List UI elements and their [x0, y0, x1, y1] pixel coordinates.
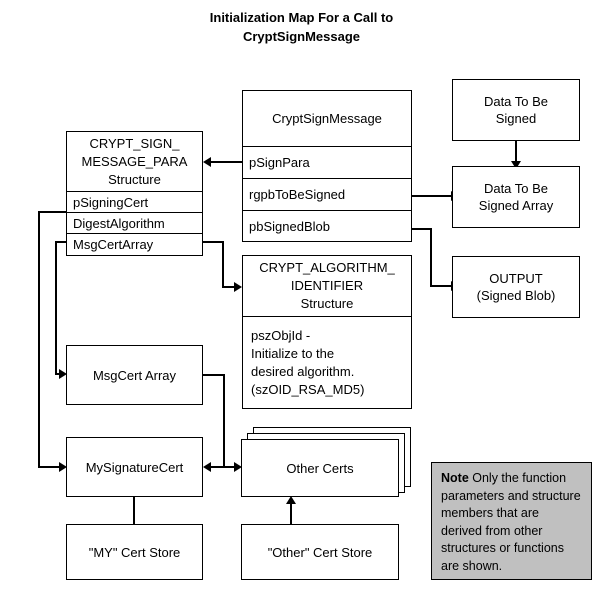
box-output-signed-blob-label: OUTPUT (Signed Blob) [476, 271, 556, 303]
box-crypt-sign-message-para-row-psigningcert: pSigningCert [67, 192, 202, 213]
box-output-signed-blob: OUTPUT (Signed Blob) [452, 256, 580, 318]
box-crypt-sign-message-para: CRYPT_SIGN_ MESSAGE_PARA Structure pSign… [66, 131, 203, 256]
connector-psigningcert-v [38, 211, 40, 468]
box-mysignaturecert: MySignatureCert [66, 437, 203, 497]
connector-datasigned-v [515, 141, 517, 163]
connector-pbsignedblob-v [430, 228, 432, 287]
box-crypt-sign-message-para-row-digestalgorithm: DigestAlgorithm [67, 213, 202, 234]
connector-mystore-v [133, 497, 135, 524]
box-other-certs-label: Other Certs [286, 460, 354, 476]
box-crypt-sign-message-para-row-msgcertarray: MsgCertArray [73, 237, 154, 252]
box-crypt-algorithm-identifier: CRYPT_ALGORITHM_ IDENTIFIER Structure ps… [242, 255, 412, 409]
connector-msgcert-split-v [223, 374, 225, 467]
note-text: Only the function parameters and structu… [441, 471, 581, 573]
box-my-cert-store: "MY" Cert Store [66, 524, 203, 580]
box-cryptsignmessage-row-psignpara: pSignPara [243, 147, 411, 179]
box-msgcert-array-label: MsgCert Array [92, 367, 177, 383]
connector-pbsignedblob-h1 [412, 228, 432, 230]
box-my-cert-store-label: "MY" Cert Store [88, 544, 181, 560]
box-crypt-algorithm-identifier-body: pszObjId - Initialize to the desired alg… [251, 328, 365, 397]
note-label: Note [441, 471, 469, 485]
box-data-to-be-signed: Data To Be Signed [452, 79, 580, 141]
diagram-canvas: Initialization Map For a Call to CryptSi… [0, 0, 603, 592]
box-cryptsignmessage-row-pbsignedblob: pbSignedBlob [249, 218, 330, 234]
box-other-certs: Other Certs [241, 439, 399, 497]
box-mysignaturecert-label: MySignatureCert [85, 459, 184, 475]
box-crypt-algorithm-identifier-header: CRYPT_ALGORITHM_ IDENTIFIER Structure [243, 256, 411, 317]
box-cryptsignmessage-row-rgpbtobesigned: rgpbToBeSigned [243, 179, 411, 211]
connector-psigningcert-h2 [38, 466, 61, 468]
box-data-to-be-signed-array-label: Data To Be Signed Array [478, 181, 554, 213]
box-other-cert-store-label: "Other" Cert Store [267, 544, 373, 560]
box-other-cert-store: "Other" Cert Store [241, 524, 399, 580]
box-data-to-be-signed-label: Data To Be Signed [483, 94, 549, 126]
box-crypt-sign-message-para-header: CRYPT_SIGN_ MESSAGE_PARA Structure [67, 132, 202, 192]
page-title: Initialization Map For a Call to CryptSi… [209, 10, 394, 44]
connector-pbsignedblob-h2 [430, 285, 452, 287]
connector-psignpara-arrowhead [203, 157, 211, 167]
connector-digest-v [222, 241, 224, 288]
note-panel: Note Only the function parameters and st… [431, 462, 592, 580]
box-cryptsignmessage: CryptSignMessage pSignPara rgpbToBeSigne… [242, 90, 412, 242]
box-cryptsignmessage-header: CryptSignMessage [243, 91, 411, 147]
connector-psigningcert-h1 [38, 211, 68, 213]
connector-msgcert-split-left-arrowhead [203, 462, 211, 472]
connector-msgcertarray-v [55, 241, 57, 375]
connector-otherstore-v [290, 504, 292, 524]
box-msgcert-array: MsgCert Array [66, 345, 203, 405]
connector-psignpara-line [211, 161, 243, 163]
connector-otherstore-arrowhead [286, 496, 296, 504]
connector-msgcert-split-h1 [203, 374, 224, 376]
connector-rgpb-line [412, 195, 452, 197]
box-data-to-be-signed-array: Data To Be Signed Array [452, 166, 580, 228]
connector-digest-arrowhead [234, 282, 242, 292]
connector-digest-h1 [203, 241, 224, 243]
